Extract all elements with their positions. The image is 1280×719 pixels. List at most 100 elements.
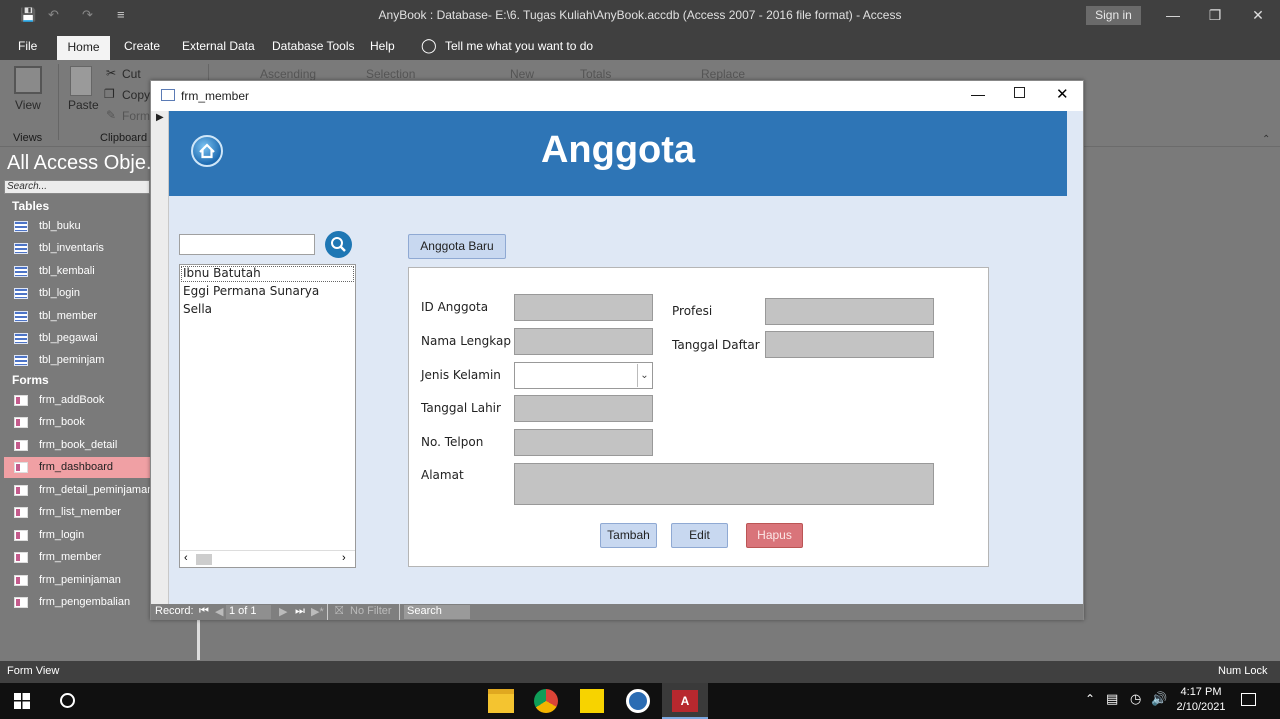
close-icon[interactable]: ✕ xyxy=(1056,85,1069,103)
nav-item-tbl-peminjam[interactable]: tbl_peminjam xyxy=(4,350,150,371)
new-record-button[interactable]: New xyxy=(510,67,534,81)
wifi-icon[interactable]: ◷ xyxy=(1130,691,1141,707)
file-explorer-icon[interactable] xyxy=(488,689,514,713)
clock-date: 2/10/2021 xyxy=(1176,701,1226,713)
access-taskbar-button[interactable]: A xyxy=(662,683,708,719)
record-search-input[interactable]: Search xyxy=(404,605,470,619)
nav-item-frm-book[interactable]: frm_book xyxy=(4,412,150,433)
nav-item-tbl-buku[interactable]: tbl_buku xyxy=(4,216,150,237)
chevron-down-icon[interactable]: ⌄ xyxy=(637,364,651,387)
nav-item-frm-pengembalian[interactable]: frm_pengembalian xyxy=(4,592,150,613)
last-record-icon[interactable]: ⏭ xyxy=(295,605,305,618)
nav-forms-header[interactable]: Forms xyxy=(12,373,49,387)
nav-item-frm-list-member[interactable]: frm_list_member xyxy=(4,502,150,523)
sign-in-button[interactable]: Sign in xyxy=(1086,6,1141,25)
record-selector[interactable]: ▶ xyxy=(151,111,169,604)
nav-item-tbl-kembali[interactable]: tbl_kembali xyxy=(4,261,150,282)
delete-button[interactable]: Hapus xyxy=(746,523,803,548)
paste-icon[interactable] xyxy=(70,66,92,96)
tab-home[interactable]: Home xyxy=(57,36,110,60)
add-button[interactable]: Tambah xyxy=(600,523,657,548)
clock[interactable]: 4:17 PM 2/10/2021 xyxy=(1175,685,1227,715)
search-cortana-icon[interactable] xyxy=(60,693,75,708)
record-position-input[interactable]: 1 of 1 xyxy=(226,605,271,619)
dob-field[interactable] xyxy=(514,395,653,422)
restore-icon[interactable]: ❐ xyxy=(1200,4,1230,26)
splitter[interactable] xyxy=(197,620,200,660)
sticky-notes-icon[interactable] xyxy=(580,689,604,713)
nav-item-frm-member[interactable]: frm_member xyxy=(4,547,150,568)
collapse-ribbon-icon[interactable]: ⌃ xyxy=(1262,134,1270,145)
totals-button[interactable]: Totals xyxy=(580,67,611,81)
nav-tables-header[interactable]: Tables xyxy=(12,199,49,213)
member-list[interactable]: Ibnu Batutah Eggi Permana Sunarya Sella … xyxy=(179,264,356,568)
list-item[interactable]: Sella xyxy=(183,302,212,316)
scroll-right-icon[interactable]: › xyxy=(342,552,346,564)
form-header-title: Anggota xyxy=(540,129,696,171)
name-field[interactable] xyxy=(514,328,653,355)
form-icon xyxy=(14,417,28,428)
battery-icon[interactable]: ▤ xyxy=(1106,691,1118,707)
nav-item-frm-login[interactable]: frm_login xyxy=(4,525,150,546)
tab-database-tools[interactable]: Database Tools xyxy=(272,39,355,53)
new-member-button[interactable]: Anggota Baru xyxy=(408,234,506,259)
tell-me-search[interactable]: Tell me what you want to do xyxy=(445,39,593,53)
nav-item-frm-dashboard[interactable]: frm_dashboard xyxy=(4,457,150,478)
tab-create[interactable]: Create xyxy=(124,39,160,53)
copy-icon: ❐ xyxy=(104,87,115,101)
horizontal-scrollbar[interactable]: ‹ › xyxy=(180,550,355,567)
nav-item-tbl-member[interactable]: tbl_member xyxy=(4,306,150,327)
prev-record-icon[interactable]: ◀ xyxy=(215,605,223,618)
nav-item-frm-peminjaman[interactable]: frm_peminjaman xyxy=(4,570,150,591)
nav-item-frm-detail-peminjaman[interactable]: frm_detail_peminjaman xyxy=(4,480,150,501)
nav-item-frm-addbook[interactable]: frm_addBook xyxy=(4,390,150,411)
address-field[interactable] xyxy=(514,463,934,505)
edit-button[interactable]: Edit xyxy=(671,523,728,548)
gender-select[interactable]: ⌄ xyxy=(514,362,653,389)
nav-pane-title[interactable]: All Access Obje.. xyxy=(7,152,153,175)
list-item[interactable]: Eggi Permana Sunarya xyxy=(183,284,319,298)
reg-date-field[interactable] xyxy=(765,331,934,358)
form-window: frm_member — ✕ ▶ Anggota Ibnu Batutah Eg… xyxy=(150,80,1084,620)
replace-button[interactable]: Replace xyxy=(701,67,745,81)
nav-item-tbl-inventaris[interactable]: tbl_inventaris xyxy=(4,238,150,259)
filter-toggle[interactable]: No Filter xyxy=(350,605,392,617)
list-item[interactable]: Ibnu Batutah xyxy=(183,266,261,280)
minimize-icon[interactable]: — xyxy=(971,86,985,102)
maximize-icon[interactable] xyxy=(1014,87,1025,98)
scroll-thumb[interactable] xyxy=(196,554,212,565)
selection-button[interactable]: Selection xyxy=(366,67,415,81)
nav-item-tbl-pegawai[interactable]: tbl_pegawai xyxy=(4,328,150,349)
member-search-input[interactable] xyxy=(179,234,315,255)
chrome-icon[interactable] xyxy=(534,689,558,713)
view-button[interactable]: View xyxy=(15,98,41,112)
paste-button[interactable]: Paste xyxy=(68,98,99,112)
nav-search-input[interactable]: Search... xyxy=(4,180,150,194)
cut-button[interactable]: Cut xyxy=(122,67,141,81)
nav-item-frm-book-detail[interactable]: frm_book_detail xyxy=(4,435,150,456)
notification-center-icon[interactable] xyxy=(1241,693,1256,706)
word-app-icon[interactable] xyxy=(626,689,650,713)
form-icon xyxy=(161,89,175,101)
volume-icon[interactable]: 🔊 xyxy=(1151,691,1167,707)
tab-help[interactable]: Help xyxy=(370,39,395,53)
tab-external-data[interactable]: External Data xyxy=(182,39,255,53)
nav-item-tbl-login[interactable]: tbl_login xyxy=(4,283,150,304)
search-icon[interactable] xyxy=(325,231,352,258)
minimize-icon[interactable]: — xyxy=(1158,4,1188,26)
id-field[interactable] xyxy=(514,294,653,321)
job-field[interactable] xyxy=(765,298,934,325)
phone-field[interactable] xyxy=(514,429,653,456)
next-record-icon[interactable]: ▶ xyxy=(279,605,287,618)
tab-file[interactable]: File xyxy=(18,39,37,53)
copy-button[interactable]: Copy xyxy=(122,88,150,102)
record-navigation-bar: Record: ⏮ ◀ 1 of 1 ▶ ⏭ ▶* ⛝ No Filter Se… xyxy=(151,604,1083,620)
ascending-button[interactable]: Ascending xyxy=(260,67,316,81)
scroll-left-icon[interactable]: ‹ xyxy=(184,552,188,564)
chevron-up-icon[interactable]: ⌃ xyxy=(1085,692,1095,706)
close-icon[interactable]: ✕ xyxy=(1243,4,1273,26)
view-icon[interactable] xyxy=(14,66,42,94)
start-windows-icon[interactable] xyxy=(14,693,30,709)
new-record-icon[interactable]: ▶* xyxy=(311,605,324,618)
first-record-icon[interactable]: ⏮ xyxy=(199,605,209,618)
